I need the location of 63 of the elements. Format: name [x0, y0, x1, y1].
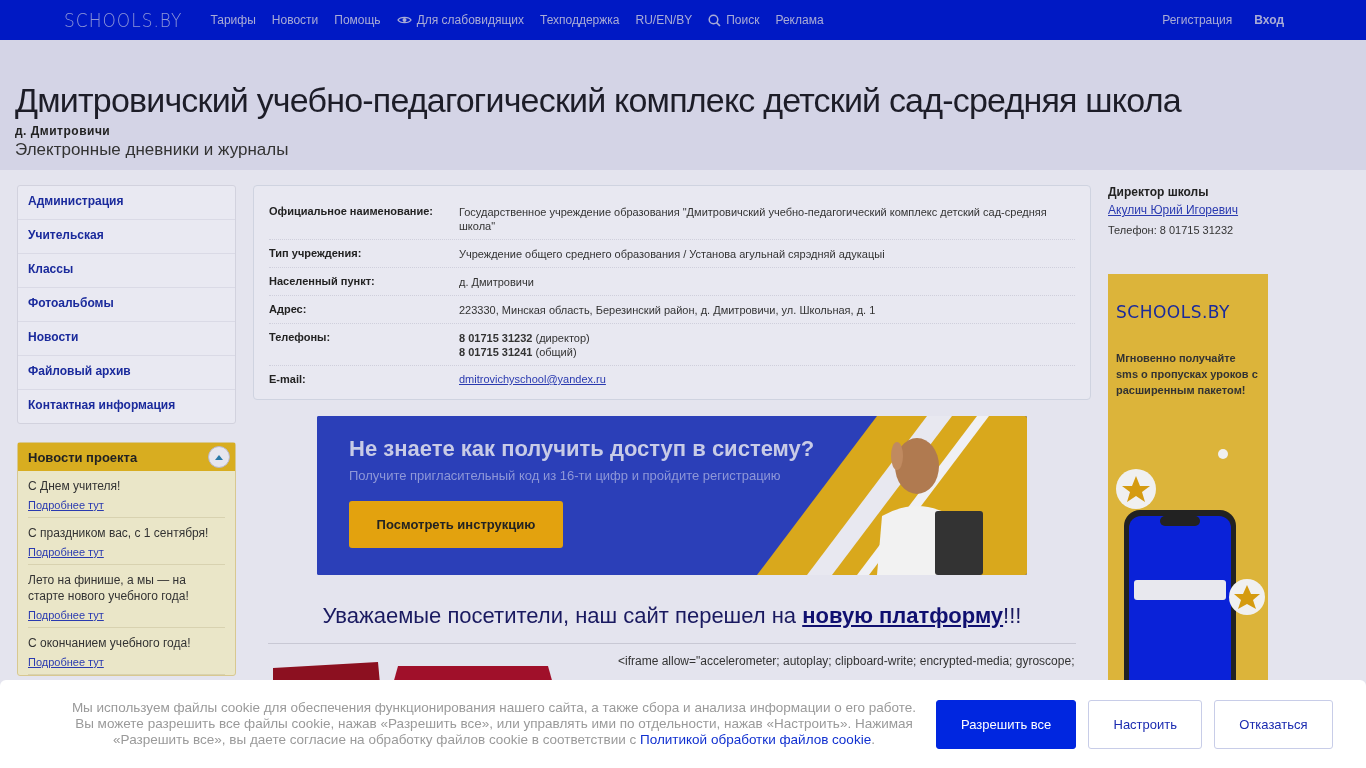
more-link[interactable]: Подробнее тут — [28, 656, 225, 668]
notice-text: Уважаемые посетители, наш сайт перешел на новую платформу!!! — [322, 603, 1022, 629]
nav-link[interactable]: Техподдержка — [539, 13, 620, 27]
site-logo[interactable]: SCHOOLS.BY — [64, 9, 183, 31]
instruction-button[interactable]: Посмотреть инструкцию — [349, 501, 563, 548]
ad-text: Мгновенно получайте sms о пропусках уроков с расширенным пакетом! — [1115, 351, 1259, 398]
news-text: С Днем учителя! — [28, 478, 122, 494]
nav-link[interactable]: Новости — [271, 13, 319, 27]
auth-link[interactable]: Регистрация — [1162, 13, 1233, 27]
nav-link[interactable]: Тарифы — [210, 13, 256, 27]
banner-subtitle: Получите пригласительный код из 16-ти цифр и пройдите регистрацию — [349, 468, 781, 483]
menu-item[interactable]: Учительская — [18, 220, 235, 254]
field-label: Телефоны: — [269, 331, 332, 345]
ad-logo: SCHOOLS.BY — [1115, 301, 1231, 322]
menu-item[interactable]: Контактная информация — [18, 390, 235, 423]
field-label: E-mail: — [269, 373, 307, 385]
caret-icon — [215, 454, 223, 460]
collapse-toggle[interactable] — [208, 446, 230, 468]
news-text: С окончанием учебного года! — [28, 635, 192, 651]
field-label: Адрес: — [269, 303, 308, 317]
cookie-button[interactable]: Отказаться — [1214, 699, 1333, 749]
cookie-button[interactable]: Разрешить все — [936, 699, 1077, 749]
director-link[interactable]: Акулич Юрий Игоревич — [1108, 203, 1268, 217]
nav-link[interactable]: Поиск — [708, 13, 760, 27]
auth-link[interactable]: Вход — [1254, 13, 1284, 27]
school-location: д. Дмитровичи — [15, 124, 112, 138]
director-title: Директор школы — [1108, 185, 1210, 199]
field-value: Учреждение общего среднего образования / Установа агульнай сярэдняй адукацыі — [459, 247, 885, 261]
cookie-text: Мы используем файлы cookie для обеспечения функционирования нашего сайта, а также сбора и анализа информации о его работе. Вы можете разрешить все файлы cookie, нажав «Разрешить все», или управлять ими по отдельности, нажав «Настроить». Нажимая «Разрешить все», вы даете согласие на обработку файлов cookie в соответствии с Политикой обработки файлов cookie. — [70, 700, 918, 748]
search-icon — [708, 13, 722, 27]
eye-icon — [396, 15, 412, 25]
embed-code: <iframe allow="accelerometer; autoplay; clipboard-write; encrypted-media; gyroscope; — [618, 654, 1075, 670]
field-value: 223330, Минская область, Березинский район, д. Дмитровичи, ул. Школьная, д. 1 — [459, 303, 876, 317]
more-link[interactable]: Подробнее тут — [28, 546, 225, 558]
field-value: Государственное учреждение образования "Дмитровичский учебно-педагогический комплекс детский сад-средняя школа" — [459, 205, 1048, 233]
field-label: Населенный пункт: — [269, 275, 376, 289]
platform-link[interactable]: новую платформу — [802, 603, 1004, 628]
news-text: С праздником вас, с 1 сентября! — [28, 525, 210, 541]
nav-link[interactable]: Реклама — [775, 13, 824, 27]
nav-link[interactable]: RU/EN/BY — [635, 13, 693, 27]
more-link[interactable]: Подробнее тут — [28, 609, 225, 621]
menu-item[interactable]: Администрация — [18, 186, 235, 220]
phone-line: 8 01715 31241 (общий) — [459, 345, 578, 359]
site-subtitle: Электронные дневники и журналы — [15, 140, 290, 160]
news-text: Лето на финише, а мы — на старте нового учебного года! — [28, 572, 190, 604]
cookie-policy-link[interactable]: Политикой обработки файлов cookie — [640, 732, 872, 747]
news-title: Новости проекта — [28, 449, 138, 465]
field-label: Тип учреждения: — [269, 247, 363, 261]
menu-item[interactable]: Классы — [18, 254, 235, 288]
nav-link[interactable]: Помощь — [334, 13, 381, 27]
nav-link[interactable]: Для слабовидящих — [396, 13, 524, 27]
phone-line: 8 01715 31232 (директор) — [459, 331, 590, 345]
menu-item[interactable]: Файловый архив — [18, 356, 235, 390]
more-link[interactable]: Подробнее тут — [28, 499, 225, 511]
menu-item[interactable]: Новости — [18, 322, 235, 356]
director-phone: Телефон: 8 01715 31232 — [1108, 224, 1235, 236]
banner-title: Не знаете как получить доступ в систему? — [349, 436, 815, 462]
field-value: д. Дмитровичи — [459, 275, 534, 289]
school-title: Дмитровичский учебно-педагогический комплекс детский сад-средняя школа — [15, 80, 1183, 121]
email-link[interactable]: dmitrovichyschool@yandex.ru — [459, 373, 606, 385]
field-label: Официальное наименование: — [269, 205, 434, 219]
menu-item[interactable]: Фотоальбомы — [18, 288, 235, 322]
cookie-button[interactable]: Настроить — [1088, 699, 1203, 749]
